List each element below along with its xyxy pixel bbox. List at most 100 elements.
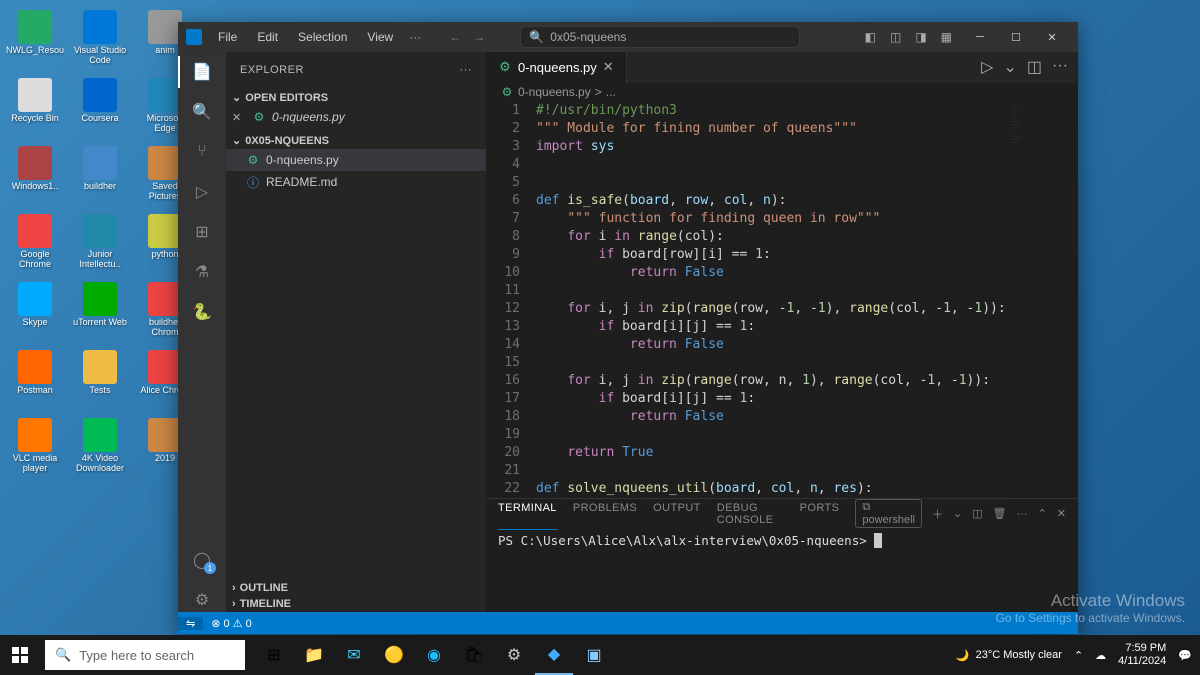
desktop-icon[interactable]: Tests xyxy=(70,350,130,410)
panel-terminal: TERMINAL PROBLEMS OUTPUT DEBUG CONSOLE PORTS… xyxy=(486,498,1078,612)
split-editor-icon[interactable]: ◫ xyxy=(1027,57,1042,77)
extensions-icon[interactable]: ⊞ xyxy=(190,220,214,244)
desktop-icon[interactable]: NWLG_Resources xyxy=(5,10,65,70)
desktop-icon[interactable]: Skype xyxy=(5,282,65,342)
terminal-shell-selector[interactable]: ⧉ powershell xyxy=(855,499,922,528)
desktop-icon[interactable]: Windows1.. xyxy=(5,146,65,206)
timeline-section[interactable]: › TIMELINE xyxy=(226,596,486,612)
settings-icon[interactable]: ⚙ xyxy=(495,635,533,675)
panel-tab-problems[interactable]: PROBLEMS xyxy=(573,498,637,530)
desktop-icon[interactable]: Google Chrome xyxy=(5,214,65,274)
edge-icon[interactable]: ◉ xyxy=(415,635,453,675)
desktop-icon[interactable]: 4K Video Downloader xyxy=(70,418,130,478)
desktop-icon[interactable]: Coursera xyxy=(70,78,130,138)
desktop-icon[interactable]: Recycle Bin xyxy=(5,78,65,138)
vscode-task-icon[interactable]: ◆ xyxy=(535,635,573,675)
store-icon[interactable]: 🛍 xyxy=(455,635,493,675)
nav-back-icon[interactable]: ← xyxy=(449,30,461,44)
clock[interactable]: 7:59 PM 4/11/2024 xyxy=(1118,642,1166,668)
run-file-icon[interactable]: ▷ xyxy=(981,57,993,77)
desktop-icon[interactable]: Postman xyxy=(5,350,65,410)
desktop-icon-label: Tests xyxy=(89,386,110,396)
source-control-icon[interactable]: ⑂ xyxy=(190,140,214,164)
open-editors-section[interactable]: ⌄ OPEN EDITORS xyxy=(226,89,486,106)
new-terminal-icon[interactable]: ＋ xyxy=(932,506,943,522)
panel-tab-debug-console[interactable]: DEBUG CONSOLE xyxy=(717,498,784,530)
toggle-panel-icon[interactable]: ◫ xyxy=(888,28,903,46)
file-item[interactable]: ⓘREADME.md xyxy=(226,171,486,193)
command-center[interactable]: 🔍 0x05-nqueens xyxy=(520,26,800,48)
explorer-icon[interactable]: 📄 xyxy=(190,60,214,84)
explorer-more-icon[interactable]: ··· xyxy=(460,64,473,76)
desktop-icon-label: anim xyxy=(155,46,175,56)
minimap[interactable]: ▬▬▬▬▬▬▬▬▬▬▬▬▬▬▬▬▬▬▬▬▬▬▬▬▬▬▬▬▬▬▬▬▬▬▬▬▬▬▬▬… xyxy=(1008,102,1078,498)
file-explorer-icon[interactable]: 📁 xyxy=(295,635,333,675)
panel-more-icon[interactable]: ··· xyxy=(1017,508,1028,520)
desktop-icon[interactable]: buildher xyxy=(70,146,130,206)
weather-widget[interactable]: 🌙 23°C Mostly clear xyxy=(956,649,1062,662)
terminal-dropdown-icon[interactable]: ⌄ xyxy=(953,507,962,520)
panel-tab-ports[interactable]: PORTS xyxy=(800,498,840,530)
menu-file[interactable]: File xyxy=(210,26,245,48)
tray-chevron-icon[interactable]: ⌃ xyxy=(1074,649,1083,662)
app-icon xyxy=(83,282,117,316)
minimize-button[interactable]: ─ xyxy=(962,22,998,52)
run-debug-icon[interactable]: ▷ xyxy=(190,180,214,204)
open-editor-file[interactable]: ✕ ⚙ 0-nqueens.py xyxy=(226,106,486,128)
desktop-icon[interactable]: Junior Intellectu.. xyxy=(70,214,130,274)
menu-selection[interactable]: Selection xyxy=(290,26,355,48)
status-problems[interactable]: ⊗ 0 ⚠ 0 xyxy=(203,617,259,630)
panel-tab-output[interactable]: OUTPUT xyxy=(653,498,701,530)
breadcrumb[interactable]: ⚙ 0-nqueens.py > ... xyxy=(486,83,1078,102)
close-button[interactable]: ✕ xyxy=(1034,22,1070,52)
action-center-icon[interactable]: 💬 xyxy=(1178,649,1192,662)
folder-name: 0X05-NQUEENS xyxy=(245,135,329,147)
python-env-icon[interactable]: 🐍 xyxy=(190,300,214,324)
toggle-secondary-sidebar-icon[interactable]: ◨ xyxy=(913,28,928,46)
outline-section[interactable]: › OUTLINE xyxy=(226,580,486,596)
close-panel-icon[interactable]: ✕ xyxy=(1057,507,1066,520)
close-editor-icon[interactable]: ✕ xyxy=(232,111,244,124)
folder-section[interactable]: ⌄ 0X05-NQUEENS xyxy=(226,132,486,149)
file-item[interactable]: ⚙0-nqueens.py xyxy=(226,149,486,171)
vscode-window: FileEditSelectionView ··· ← → 🔍 0x05-nqu… xyxy=(178,22,1078,634)
remote-indicator[interactable]: ⇋ xyxy=(178,617,203,630)
desktop-icon[interactable]: VLC media player xyxy=(5,418,65,478)
split-terminal-icon[interactable]: ◫ xyxy=(972,507,982,520)
code-content[interactable]: #!/usr/bin/python3""" Module for fining … xyxy=(536,102,1008,498)
app-icon[interactable]: ▣ xyxy=(575,635,613,675)
app-icon xyxy=(83,214,117,248)
panel-tabs: TERMINAL PROBLEMS OUTPUT DEBUG CONSOLE PORTS… xyxy=(486,499,1078,529)
start-button[interactable] xyxy=(0,635,40,675)
accounts-icon[interactable]: ◯1 xyxy=(190,548,214,572)
maximize-panel-icon[interactable]: ⌃ xyxy=(1038,507,1047,520)
toggle-primary-sidebar-icon[interactable]: ◧ xyxy=(863,28,878,46)
editor-tab[interactable]: ⚙ 0-nqueens.py ✕ xyxy=(486,52,627,83)
desktop-icon[interactable]: Visual Studio Code xyxy=(70,10,130,70)
nav-arrows: ← → xyxy=(449,30,485,44)
testing-icon[interactable]: ⚗ xyxy=(190,260,214,284)
menu-edit[interactable]: Edit xyxy=(249,26,286,48)
desktop-icon[interactable]: uTorrent Web xyxy=(70,282,130,342)
taskbar-search[interactable]: 🔍 Type here to search xyxy=(45,640,245,670)
maximize-button[interactable]: ☐ xyxy=(998,22,1034,52)
chrome-icon[interactable]: 🟡 xyxy=(375,635,413,675)
customize-layout-icon[interactable]: ▦ xyxy=(939,28,954,46)
nav-forward-icon[interactable]: → xyxy=(473,30,485,44)
settings-gear-icon[interactable]: ⚙ xyxy=(190,588,214,612)
panel-tab-terminal[interactable]: TERMINAL xyxy=(498,498,557,530)
activate-sub: Go to Settings to activate Windows. xyxy=(996,611,1185,625)
code-editor[interactable]: 12345678910111213141516171819202122 #!/u… xyxy=(486,102,1078,498)
mail-icon[interactable]: ✉ xyxy=(335,635,373,675)
editor-more-icon[interactable]: ··· xyxy=(1052,57,1068,77)
terminal-body[interactable]: PS C:\Users\Alice\Alx\alx-interview\0x05… xyxy=(486,529,1078,552)
menu-view[interactable]: View xyxy=(359,26,401,48)
tray-onedrive-icon[interactable]: ☁ xyxy=(1095,649,1106,662)
menu-more[interactable]: ··· xyxy=(409,30,421,44)
task-view-icon[interactable]: ⊞ xyxy=(255,635,293,675)
kill-terminal-icon[interactable]: 🗑 xyxy=(993,507,1007,520)
search-activity-icon[interactable]: 🔍 xyxy=(190,100,214,124)
run-dropdown-icon[interactable]: ⌄ xyxy=(1003,57,1016,77)
app-icon xyxy=(18,10,52,44)
tab-close-icon[interactable]: ✕ xyxy=(603,59,614,75)
